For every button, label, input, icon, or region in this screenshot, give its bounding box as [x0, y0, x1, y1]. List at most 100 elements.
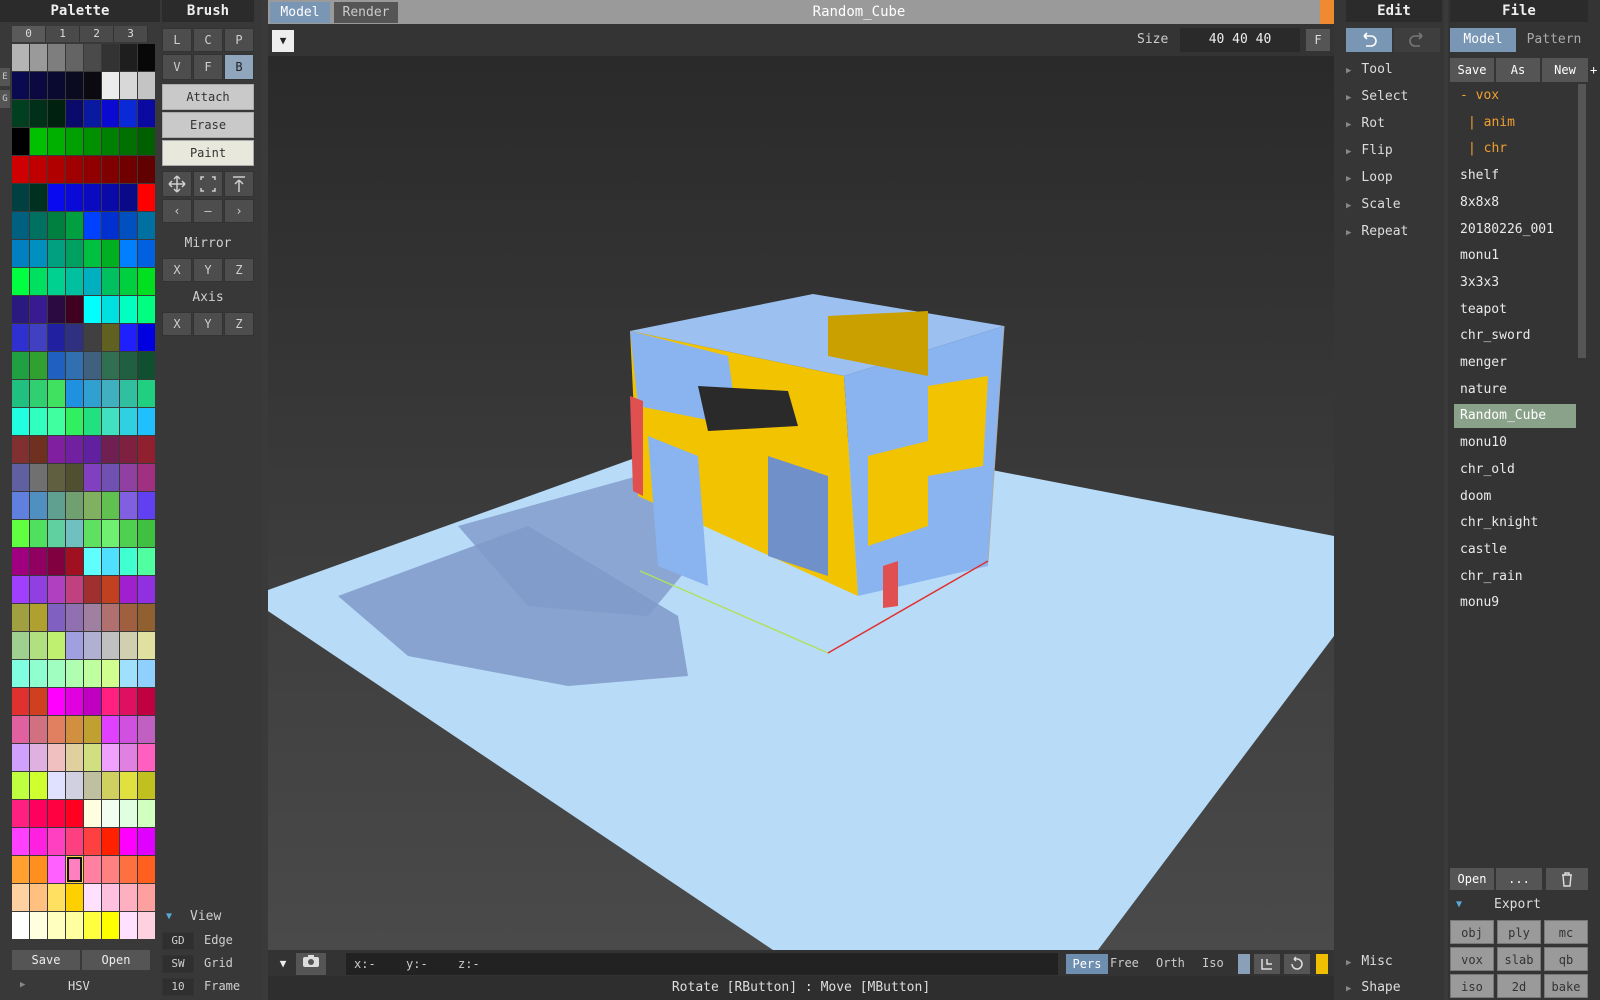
- color-swatch[interactable]: [84, 72, 101, 99]
- color-swatch[interactable]: [120, 492, 137, 519]
- color-swatch[interactable]: [138, 884, 155, 911]
- brush-shape-c-button[interactable]: C: [193, 28, 223, 52]
- prev-button[interactable]: ‹: [162, 199, 192, 223]
- color-swatch[interactable]: [102, 436, 119, 463]
- file-list-item[interactable]: 8x8x8: [1454, 191, 1576, 215]
- color-swatch[interactable]: [30, 380, 47, 407]
- color-swatch[interactable]: [66, 380, 83, 407]
- color-swatch[interactable]: [84, 380, 101, 407]
- axis-y-button[interactable]: Y: [193, 312, 223, 336]
- file-add-button[interactable]: +: [1590, 58, 1600, 82]
- color-swatch[interactable]: [102, 604, 119, 631]
- color-swatch[interactable]: [138, 44, 155, 71]
- color-swatch[interactable]: [48, 380, 65, 407]
- color-swatch[interactable]: [84, 688, 101, 715]
- color-swatch[interactable]: [138, 184, 155, 211]
- color-swatch[interactable]: [66, 436, 83, 463]
- color-swatch[interactable]: [102, 800, 119, 827]
- color-swatch[interactable]: [30, 128, 47, 155]
- color-swatch[interactable]: [120, 800, 137, 827]
- color-swatch[interactable]: [30, 324, 47, 351]
- color-swatch[interactable]: [48, 44, 65, 71]
- color-swatch[interactable]: [138, 828, 155, 855]
- color-swatch[interactable]: [120, 576, 137, 603]
- color-swatch[interactable]: [120, 352, 137, 379]
- color-swatch[interactable]: [120, 212, 137, 239]
- edit-menu-item-flip[interactable]: ▶ Flip: [1346, 143, 1442, 158]
- color-swatch[interactable]: [66, 492, 83, 519]
- color-swatch[interactable]: [102, 184, 119, 211]
- color-swatch[interactable]: [30, 156, 47, 183]
- color-swatch[interactable]: [30, 884, 47, 911]
- palette-open-button[interactable]: Open: [82, 950, 150, 970]
- color-swatch[interactable]: [12, 72, 29, 99]
- color-swatch[interactable]: [84, 744, 101, 771]
- color-swatch[interactable]: [30, 856, 47, 883]
- color-swatch[interactable]: [12, 184, 29, 211]
- color-swatch[interactable]: [138, 632, 155, 659]
- file-open-button[interactable]: Open: [1450, 868, 1494, 890]
- color-swatch[interactable]: [12, 156, 29, 183]
- color-swatch[interactable]: [84, 660, 101, 687]
- color-swatch[interactable]: [102, 548, 119, 575]
- color-swatch[interactable]: [120, 380, 137, 407]
- color-swatch[interactable]: [120, 72, 137, 99]
- color-swatch[interactable]: [138, 716, 155, 743]
- size-input[interactable]: 40 40 40: [1180, 28, 1300, 52]
- color-swatch[interactable]: [12, 464, 29, 491]
- color-swatch[interactable]: [66, 688, 83, 715]
- color-swatch[interactable]: [84, 436, 101, 463]
- color-swatch[interactable]: [66, 352, 83, 379]
- color-swatch[interactable]: [12, 352, 29, 379]
- color-swatch[interactable]: [84, 912, 101, 939]
- color-swatch[interactable]: [138, 436, 155, 463]
- color-swatch[interactable]: [66, 744, 83, 771]
- reset-camera-button[interactable]: [1284, 954, 1310, 974]
- render-tab[interactable]: Render: [334, 2, 398, 23]
- color-swatch[interactable]: [138, 408, 155, 435]
- color-swatch[interactable]: [12, 520, 29, 547]
- export-qb-button[interactable]: qb: [1544, 947, 1588, 971]
- color-swatch[interactable]: [48, 744, 65, 771]
- color-swatch[interactable]: [84, 800, 101, 827]
- color-swatch[interactable]: [48, 184, 65, 211]
- color-swatch[interactable]: [102, 688, 119, 715]
- color-swatch[interactable]: [120, 828, 137, 855]
- color-swatch[interactable]: [120, 716, 137, 743]
- color-swatch[interactable]: [102, 464, 119, 491]
- color-swatch[interactable]: [84, 268, 101, 295]
- color-swatch[interactable]: [12, 660, 29, 687]
- file-list-item[interactable]: shelf: [1454, 164, 1576, 188]
- color-swatch[interactable]: [66, 408, 83, 435]
- color-swatch[interactable]: [30, 660, 47, 687]
- color-swatch[interactable]: [84, 548, 101, 575]
- color-swatch[interactable]: [48, 100, 65, 127]
- color-swatch[interactable]: [12, 604, 29, 631]
- color-swatch[interactable]: [30, 408, 47, 435]
- edit-menu-item-select[interactable]: ▶ Select: [1346, 89, 1442, 104]
- color-swatch[interactable]: [102, 380, 119, 407]
- color-swatch[interactable]: [12, 548, 29, 575]
- color-swatch[interactable]: [84, 604, 101, 631]
- misc-menu-item[interactable]: ▶ Misc: [1346, 954, 1442, 969]
- color-swatch[interactable]: [120, 464, 137, 491]
- color-swatch[interactable]: [48, 884, 65, 911]
- color-swatch[interactable]: [48, 828, 65, 855]
- color-swatch[interactable]: [66, 240, 83, 267]
- color-swatch[interactable]: [102, 912, 119, 939]
- color-swatch[interactable]: [84, 128, 101, 155]
- color-swatch[interactable]: [138, 464, 155, 491]
- color-swatch[interactable]: [12, 436, 29, 463]
- color-swatch[interactable]: [12, 324, 29, 351]
- color-swatch[interactable]: [48, 632, 65, 659]
- file-list-item[interactable]: monu10: [1454, 431, 1576, 455]
- color-swatch[interactable]: [48, 156, 65, 183]
- color-swatch[interactable]: [12, 268, 29, 295]
- color-swatch[interactable]: [102, 660, 119, 687]
- color-swatch[interactable]: [66, 604, 83, 631]
- color-swatch[interactable]: [66, 856, 83, 883]
- color-swatch[interactable]: [66, 128, 83, 155]
- color-swatch[interactable]: [48, 240, 65, 267]
- file-list-item[interactable]: chr_rain: [1454, 565, 1576, 589]
- color-swatch[interactable]: [84, 212, 101, 239]
